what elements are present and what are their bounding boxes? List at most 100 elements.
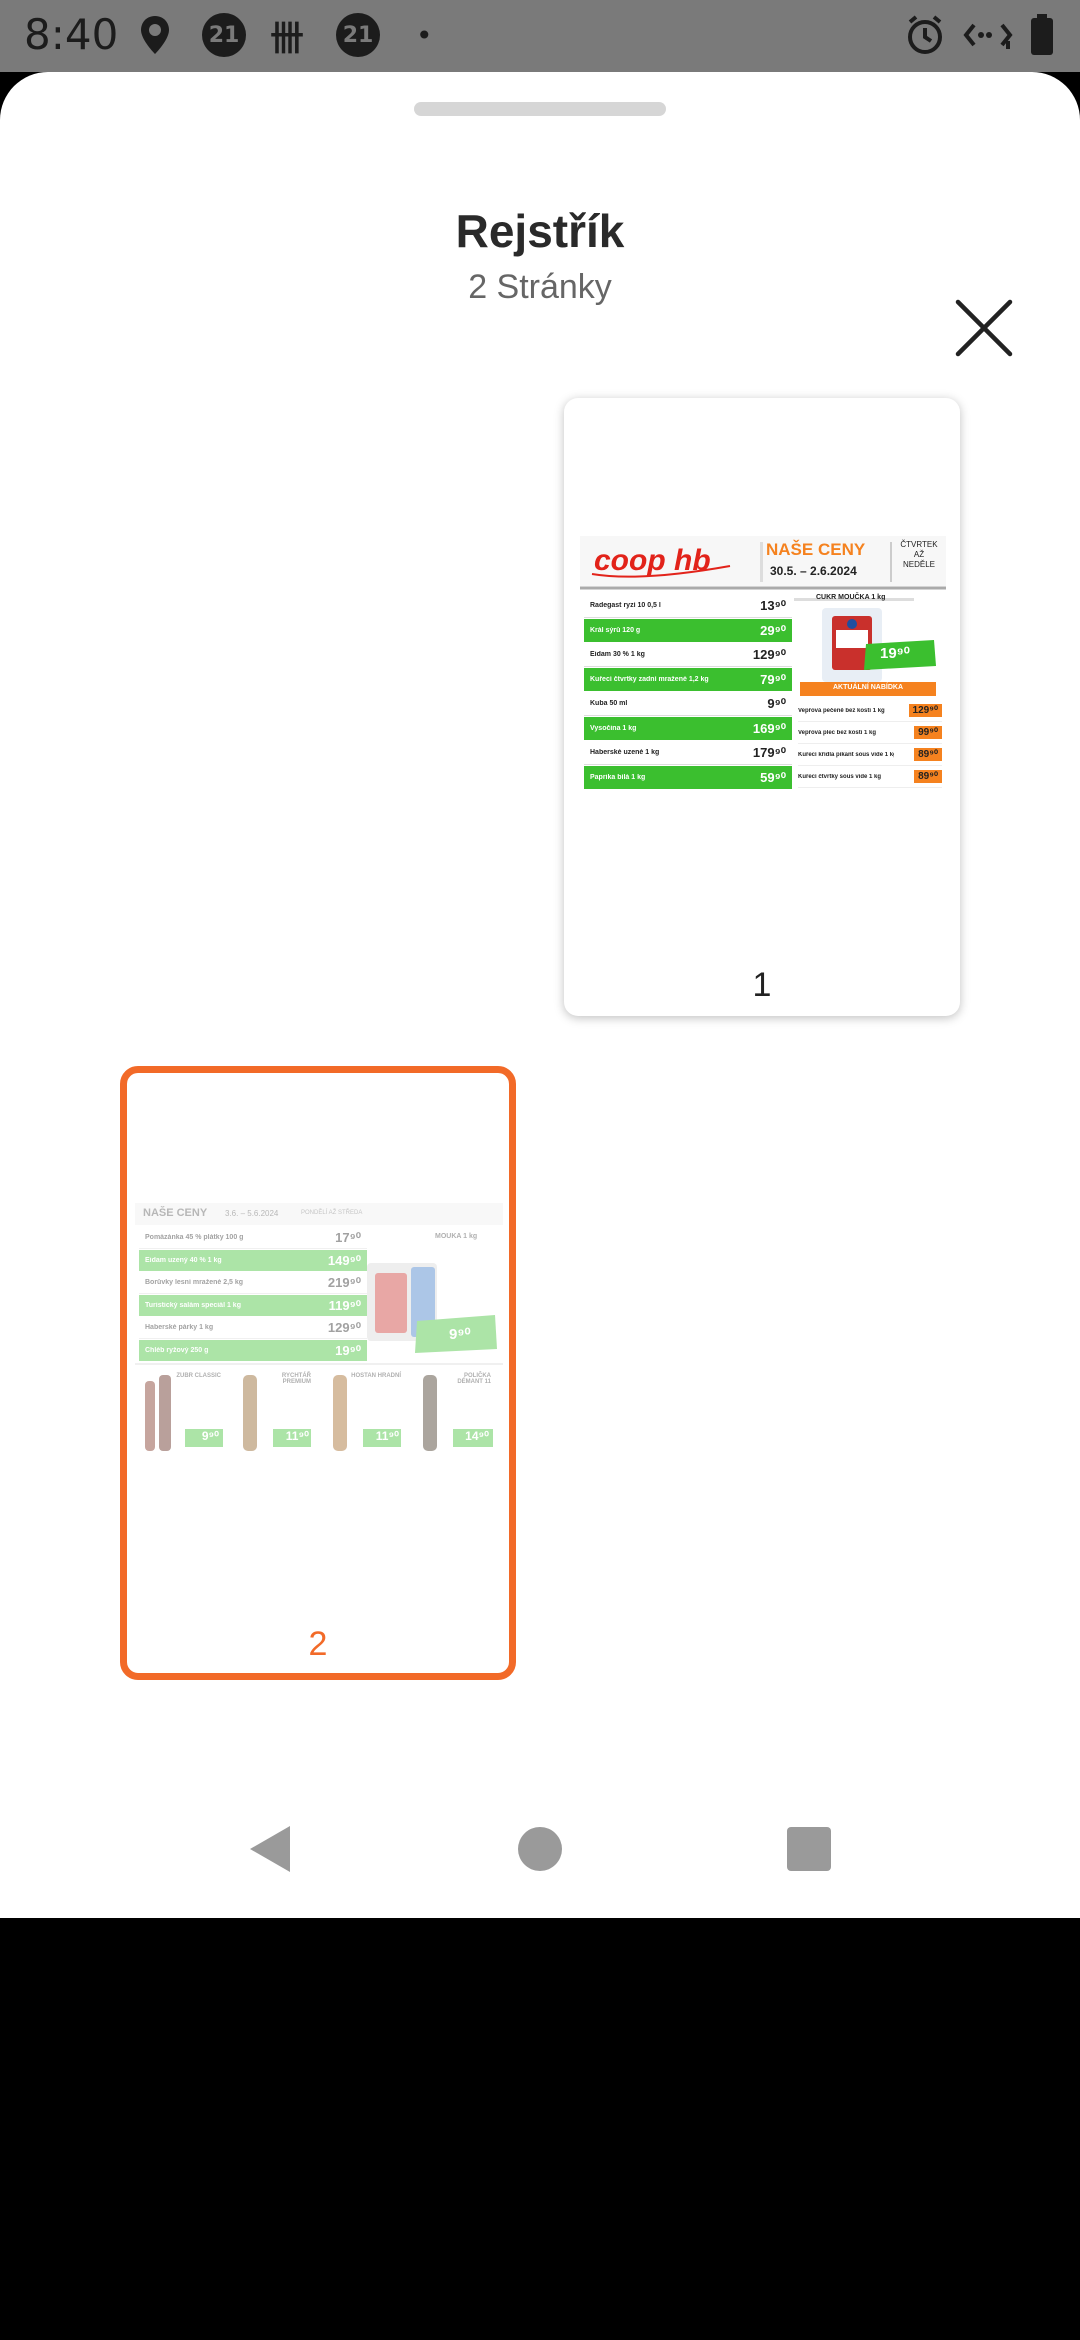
- page-thumbnail-2[interactable]: NAŠE CENY 3.6. – 5.6.2024 PONDĚLÍ AŽ STŘ…: [120, 1066, 516, 1680]
- flyer-headline: NAŠE CENY: [766, 540, 866, 559]
- flyer-beer-name: ZUBR CLASSIC: [176, 1373, 221, 1379]
- flyer-item-price: 29⁹⁰: [760, 622, 786, 638]
- flyer-thumbnail-1: coop hb NAŠE CENY 30.5. – 2.6.2024 ČTVRT…: [580, 536, 946, 794]
- flyer-headline: NAŠE CENY: [143, 1207, 208, 1219]
- flyer-item-name: Turistický salám speciál 1 kg: [145, 1302, 241, 1309]
- flyer-promo-title: MOUKA 1 kg: [435, 1233, 478, 1240]
- flyer-promo-price: 19⁹⁰: [880, 645, 910, 662]
- page-number: 2: [308, 1625, 328, 1663]
- flyer-item-price: 169⁹⁰: [752, 720, 786, 736]
- flyer-item-name: Kuřecí čtvrtky zadní mražené 1,2 kg: [590, 676, 709, 683]
- flyer-item-name: Pomázánka 45 % plátky 100 g: [145, 1234, 244, 1241]
- flyer-offer-price: 99⁹⁰: [914, 726, 942, 739]
- flyer-offer-name: Vepřová pečeně bez kosti 1 kg: [798, 707, 885, 714]
- flyer-item-price: 119⁹⁰: [328, 1297, 361, 1313]
- flyer-item-name: Haberské uzené 1 kg: [590, 749, 660, 756]
- home-icon: [518, 1827, 562, 1871]
- flyer-promo-title: CUKR MOUČKA 1 kg: [816, 594, 886, 601]
- page-number: 1: [752, 966, 772, 1004]
- flyer-item-price: 9⁹⁰: [767, 695, 786, 711]
- home-button[interactable]: [505, 1814, 575, 1884]
- flyer-offer-row: Vepřová plec bez kosti 1 kg 99⁹⁰: [798, 722, 942, 744]
- flyer-item-row: Kuřecí čtvrtky zadní mražené 1,2 kg 79⁹⁰: [584, 668, 792, 691]
- flyer-offer-row: Vepřová pečeně bez kosti 1 kg 129⁹⁰: [798, 700, 942, 722]
- flyer-dates: 30.5. – 2.6.2024: [770, 564, 857, 578]
- flyer-offer-row: Kuřecí křídla pikant sous vide 1 kg 89⁹⁰: [798, 744, 942, 766]
- sheet-drag-handle[interactable]: [414, 102, 666, 116]
- close-icon: [955, 299, 1013, 357]
- back-button[interactable]: [236, 1814, 306, 1884]
- flyer-item-row: Chléb ryžový 250 g 19⁹⁰: [139, 1340, 367, 1361]
- badge-21-icon: 21: [202, 12, 246, 58]
- flyer-beer-name: POLIČKA DÉMANT 11: [457, 1373, 491, 1385]
- flyer-item-price: 129⁹⁰: [752, 646, 786, 662]
- flyer-days: PONDĚLÍ AŽ STŘEDA: [301, 1210, 363, 1216]
- flyer-promo-price: 9⁹⁰: [449, 1326, 471, 1343]
- flyer-item-row: Pomázánka 45 % plátky 100 g 17⁹⁰: [139, 1227, 367, 1249]
- flyer-item-name: Chléb ryžový 250 g: [145, 1347, 209, 1354]
- flyer-item-row: Kuba 50 ml 9⁹⁰: [584, 692, 792, 716]
- flyer-beer-name: RYCHTÁŘ PREMIUM: [281, 1373, 311, 1385]
- flyer-dates: 3.6. – 5.6.2024: [225, 1209, 279, 1218]
- flyer-item-row: Eidam uzený 40 % 1 kg 149⁹⁰: [139, 1250, 367, 1271]
- flyer-item-row: Haberské uzené 1 kg 179⁹⁰: [584, 741, 792, 765]
- flyer-offer-title: AKTUÁLNÍ NABÍDKA: [833, 684, 903, 691]
- flyer-item-price: 149⁹⁰: [327, 1252, 361, 1268]
- flyer-item-name: Borůvky lesní mražené 2,5 kg: [145, 1279, 244, 1286]
- sheet-title: Rejstřík: [455, 205, 625, 257]
- flyer-item-price: 129⁹⁰: [327, 1319, 361, 1335]
- flyer-item-name: Paprika bílá 1 kg: [590, 774, 646, 781]
- flyer-item-name: Král sýrů 120 g: [590, 627, 641, 634]
- flyer-offers-list: Vepřová pečeně bez kosti 1 kg 129⁹⁰ Vepřov…: [798, 700, 942, 788]
- flyer-beer-price: 11⁹⁰: [285, 1429, 309, 1443]
- flyer-item-price: 13⁹⁰: [760, 597, 786, 613]
- flyer-item-row: Borůvky lesní mražené 2,5 kg 219⁹⁰: [139, 1272, 367, 1294]
- flyer-beer-item: ZUBR CLASSIC 9⁹⁰: [135, 1369, 225, 1461]
- recents-icon: [787, 1827, 831, 1871]
- flyer-item-price: 219⁹⁰: [327, 1274, 361, 1290]
- flyer-item-price: 59⁹⁰: [760, 769, 786, 785]
- flyer-offer-price: 129⁹⁰: [908, 704, 942, 717]
- flyer-item-price: 179⁹⁰: [752, 744, 786, 760]
- location-pin-icon: [138, 12, 172, 58]
- battery-icon: [1030, 12, 1054, 58]
- flyer-item-row: Král sýrů 120 g 29⁹⁰: [584, 619, 792, 642]
- badge-21-icon: 21: [336, 12, 380, 58]
- flyer-beer-item: POLIČKA DÉMANT 11 14⁹⁰: [405, 1369, 495, 1461]
- flyer-item-row: Vysočina 1 kg 169⁹⁰: [584, 717, 792, 740]
- status-bar: 8:40 21 卌 21 •: [0, 0, 1080, 72]
- navigation-bar: [0, 1780, 1080, 1918]
- flyer-thumbnail-2: NAŠE CENY 3.6. – 5.6.2024 PONDĚLÍ AŽ STŘ…: [135, 1203, 503, 1461]
- flyer-item-price: 79⁹⁰: [760, 671, 786, 687]
- close-button[interactable]: [948, 292, 1020, 364]
- page-thumbnail-1[interactable]: coop hb NAŠE CENY 30.5. – 2.6.2024 ČTVRT…: [564, 398, 960, 1016]
- flyer-beer-price: 11⁹⁰: [375, 1429, 399, 1443]
- flyer-item-name: Eidam 30 % 1 kg: [590, 651, 645, 658]
- data-sync-icon: [962, 12, 1014, 58]
- flyer-item-row: Haberské párky 1 kg 129⁹⁰: [139, 1317, 367, 1339]
- flyer-item-name: Radegast ryzí 10 0,5 l: [590, 602, 661, 609]
- flyer-items-list: Radegast ryzí 10 0,5 l 13⁹⁰ Král sýrů 120 …: [584, 594, 792, 790]
- flyer-item-row: Turistický salám speciál 1 kg 119⁹⁰: [139, 1295, 367, 1316]
- flyer-item-row: Paprika bílá 1 kg 59⁹⁰: [584, 766, 792, 789]
- flyer-item-row: Radegast ryzí 10 0,5 l 13⁹⁰: [584, 594, 792, 618]
- coop-logo: coop hb: [594, 544, 711, 577]
- flyer-item-name: Vysočina 1 kg: [590, 725, 637, 732]
- flyer-item-price: 19⁹⁰: [335, 1342, 361, 1358]
- flyer-offer-name: Vepřová plec bez kosti 1 kg: [798, 729, 877, 736]
- status-time: 8:40: [24, 10, 119, 59]
- flyer-item-name: Haberské párky 1 kg: [145, 1324, 214, 1331]
- tally-icon: 卌: [270, 18, 304, 59]
- flyer-offer-price: 89⁹⁰: [914, 748, 942, 761]
- flyer-beer-item: HOSTAN HRADNÍ 11⁹⁰: [315, 1369, 405, 1461]
- alarm-icon: [904, 12, 946, 58]
- recents-button[interactable]: [774, 1814, 844, 1884]
- flyer-offer-price: 89⁹⁰: [914, 770, 942, 783]
- flyer-days: ČTVRTEK AŽ NEDĚLE: [900, 540, 938, 569]
- dot-icon: •: [416, 18, 433, 52]
- flyer-items-list: Pomázánka 45 % plátky 100 g 17⁹⁰ Eidam uze…: [139, 1227, 367, 1362]
- flyer-beer-name: HOSTAN HRADNÍ: [351, 1373, 401, 1379]
- back-icon: [250, 1826, 290, 1872]
- flyer-offer-row: Kuřecí čtvrtky sous vide 1 kg 89⁹⁰: [798, 766, 942, 788]
- flyer-item-row: Eidam 30 % 1 kg 129⁹⁰: [584, 643, 792, 667]
